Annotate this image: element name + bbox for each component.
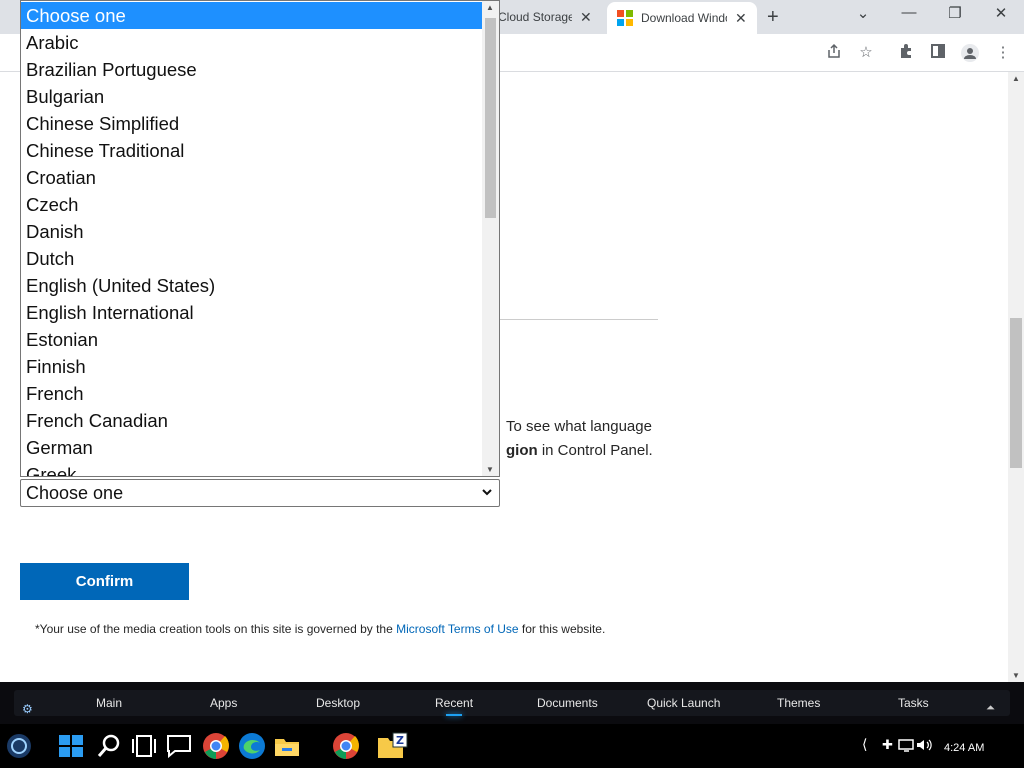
- dropdown-option[interactable]: Danish: [21, 218, 483, 245]
- chat-icon[interactable]: [165, 732, 193, 760]
- dropdown-option[interactable]: Brazilian Portuguese: [21, 56, 483, 83]
- dropdown-option[interactable]: French: [21, 380, 483, 407]
- tab-search-icon[interactable]: ⌄: [850, 4, 876, 22]
- tray-plus-icon[interactable]: ✚: [882, 737, 893, 753]
- instruction-line1: To see what language: [506, 418, 652, 435]
- side-panel-icon[interactable]: [928, 43, 948, 63]
- minimize-button[interactable]: —: [896, 4, 922, 21]
- scroll-down-arrow-icon[interactable]: ▼: [1012, 671, 1020, 680]
- zipped-folder-icon[interactable]: Z: [377, 732, 408, 760]
- dropdown-option[interactable]: Czech: [21, 191, 483, 218]
- tab-label: Cloud Storage Fi: [498, 10, 572, 24]
- divider: [500, 319, 658, 320]
- language-select[interactable]: Choose one: [20, 479, 500, 507]
- language-instructions: To see what language gion in Control Pan…: [506, 415, 686, 463]
- tab-cloud-storage[interactable]: Cloud Storage Fi ✕: [492, 2, 604, 32]
- edge-icon[interactable]: [238, 732, 266, 760]
- dropdown-option[interactable]: Choose one: [21, 2, 483, 29]
- taskbar: Z ⟨ ✚: [0, 724, 1024, 768]
- file-explorer-icon[interactable]: [273, 732, 301, 760]
- chevron-down-icon: [481, 481, 493, 514]
- dropdown-option[interactable]: Arabic: [21, 29, 483, 56]
- tab-label: Download Windows: [641, 11, 727, 25]
- dropdown-option[interactable]: German: [21, 434, 483, 461]
- task-view-icon[interactable]: [130, 732, 158, 760]
- dock-item-recent[interactable]: Recent: [435, 696, 473, 716]
- volume-icon[interactable]: [916, 738, 934, 757]
- screen: Cloud Storage Fi ✕ Download Windows ✕ + …: [0, 0, 1024, 768]
- dock-menu: Main Apps Desktop Recent Documents Quick…: [14, 690, 1010, 716]
- close-tab-icon[interactable]: ✕: [735, 10, 747, 27]
- close-window-button[interactable]: ✕: [988, 4, 1014, 22]
- close-tab-icon[interactable]: ✕: [580, 9, 592, 26]
- terms-text: *Your use of the media creation tools on…: [35, 622, 605, 636]
- confirm-button[interactable]: Confirm: [20, 563, 189, 600]
- page-scrollbar[interactable]: ▲ ▼: [1008, 72, 1024, 682]
- new-tab-button[interactable]: +: [767, 6, 779, 29]
- scrollbar-thumb[interactable]: [485, 18, 496, 218]
- terms-prefix: *Your use of the media creation tools on…: [35, 622, 397, 636]
- dock-item-desktop[interactable]: Desktop: [316, 696, 360, 710]
- dropdown-scrollbar[interactable]: ▲ ▼: [482, 1, 499, 476]
- dropdown-option[interactable]: Croatian: [21, 164, 483, 191]
- dock-item-documents[interactable]: Documents: [537, 696, 598, 710]
- microsoft-logo-icon: [617, 10, 633, 26]
- scrollbar-thumb[interactable]: [1010, 318, 1022, 468]
- terms-suffix: for this website.: [518, 622, 606, 636]
- dropdown-option[interactable]: English International: [21, 299, 483, 326]
- share-icon[interactable]: [824, 43, 844, 63]
- dropdown-option[interactable]: French Canadian: [21, 407, 483, 434]
- select-value: Choose one: [26, 483, 124, 503]
- scroll-up-arrow-icon[interactable]: ▲: [1012, 74, 1020, 83]
- instruction-bold: gion: [506, 442, 538, 459]
- chrome-icon[interactable]: [202, 732, 230, 760]
- bookmark-star-icon[interactable]: ☆: [856, 43, 876, 63]
- svg-text:Z: Z: [396, 734, 404, 747]
- dock-item-themes[interactable]: Themes: [777, 696, 820, 710]
- profile-avatar-icon[interactable]: [960, 43, 980, 63]
- dropdown-option[interactable]: Estonian: [21, 326, 483, 353]
- dropdown-option[interactable]: Chinese Simplified: [21, 110, 483, 137]
- dropdown-option[interactable]: Greek: [21, 461, 483, 476]
- launcher-icon[interactable]: [5, 732, 33, 760]
- dropdown-option[interactable]: Chinese Traditional: [21, 137, 483, 164]
- extensions-icon[interactable]: [896, 43, 916, 63]
- network-icon[interactable]: [898, 738, 916, 757]
- instruction-rest: in Control Panel.: [537, 442, 653, 459]
- restore-button[interactable]: ❐: [942, 4, 968, 22]
- dropdown-option[interactable]: English (United States): [21, 272, 483, 299]
- dropdown-option[interactable]: Finnish: [21, 353, 483, 380]
- dock-collapse-icon[interactable]: ⏶: [986, 702, 995, 715]
- dropdown-option[interactable]: Dutch: [21, 245, 483, 272]
- scroll-up-arrow-icon[interactable]: ▲: [486, 3, 494, 12]
- terms-of-use-link[interactable]: Microsoft Terms of Use: [396, 622, 518, 636]
- dock-item-apps[interactable]: Apps: [210, 696, 237, 710]
- language-dropdown-list: Choose one Arabic Brazilian Portuguese B…: [20, 0, 500, 477]
- dock-item-tasks[interactable]: Tasks: [898, 696, 929, 710]
- scroll-down-arrow-icon[interactable]: ▼: [486, 465, 494, 474]
- dropdown-option[interactable]: Bulgarian: [21, 83, 483, 110]
- taskbar-clock[interactable]: 4:24 AM: [944, 742, 984, 754]
- dock-item-quick-launch[interactable]: Quick Launch: [647, 696, 720, 710]
- chrome-running-icon[interactable]: [332, 732, 360, 760]
- tray-chevron-icon[interactable]: ⟨: [862, 736, 867, 753]
- dock-settings-icon[interactable]: ⚙: [22, 702, 33, 716]
- browser-menu-icon[interactable]: ⋮: [993, 43, 1013, 63]
- dock-item-main[interactable]: Main: [96, 696, 122, 710]
- tab-download-windows[interactable]: Download Windows ✕: [607, 2, 757, 34]
- search-icon[interactable]: [95, 732, 123, 760]
- windows-start-icon[interactable]: [57, 732, 85, 760]
